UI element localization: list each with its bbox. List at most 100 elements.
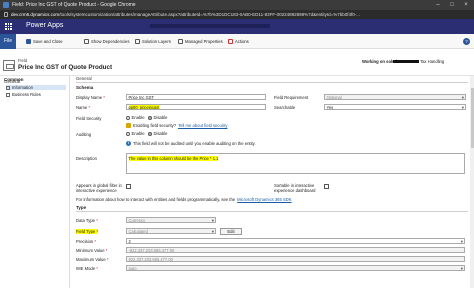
help-icon[interactable]: ? [463, 38, 470, 45]
precision-select[interactable]: 2 [126, 238, 465, 244]
page-favicon-icon [3, 2, 9, 8]
field-security-label: Field Security [76, 116, 102, 121]
searchable-select[interactable]: Yes [324, 104, 466, 110]
sdk-link[interactable]: Microsoft Dynamics 365 SDK [237, 197, 291, 202]
solution-layers-label: Solution Layers [142, 39, 171, 44]
app-name[interactable]: Power Apps [26, 22, 63, 29]
managed-properties-icon [178, 39, 183, 44]
command-bar: File Save and Close Show Dependencies So… [0, 34, 474, 49]
maximum-value-input[interactable]: 922,337,203,685,477.00 [126, 256, 465, 262]
type-heading: Type [76, 205, 87, 210]
nav-heading-common: Common [4, 77, 24, 82]
minimize-button[interactable]: – [432, 1, 444, 9]
left-navigation: General Common Information Business Rule… [0, 76, 70, 288]
save-close-button[interactable]: Save and Close [26, 38, 63, 45]
field-requirement-select[interactable]: Optional [324, 94, 466, 100]
divider [76, 82, 468, 83]
app-bar: Power Apps [0, 19, 474, 34]
redacted-solution-owner [393, 60, 419, 63]
field-type-select[interactable]: Calculated [126, 228, 216, 234]
redacted-environment [150, 24, 270, 28]
precision-label: Precision * [76, 239, 97, 244]
show-dependencies-button[interactable]: Show Dependencies [84, 38, 129, 45]
browser-title-bar: Field: Price Inc GST of Quote Product - … [0, 0, 474, 10]
actions-label: Actions [235, 39, 249, 44]
nav-item-information[interactable]: Information [6, 85, 66, 90]
close-window-button[interactable]: × [460, 1, 472, 9]
name-value: pp00_priceincgst [128, 105, 160, 110]
radio-disable-selected [148, 115, 152, 120]
auditing-info: i This field will not be audited until y… [126, 141, 256, 146]
maximum-value-label: Maximum Value * [76, 257, 109, 262]
schema-heading: Schema [76, 85, 94, 90]
layers-icon [135, 39, 140, 44]
auditing-enable-radio[interactable]: Enable [126, 131, 145, 136]
field-security-link[interactable]: Tell me about field security [178, 123, 227, 128]
field-security-info: Enabling field security? Tell me about f… [126, 123, 227, 128]
ime-mode-select[interactable]: auto [126, 265, 465, 271]
maximize-button[interactable]: □ [446, 1, 458, 9]
save-close-label: Save and Close [33, 39, 63, 44]
description-textarea[interactable]: The value in this column should be the P… [126, 153, 465, 174]
description-label: Description [76, 156, 97, 161]
edit-button[interactable]: Edit [220, 228, 242, 235]
actions-button[interactable]: Actions [228, 38, 249, 45]
managed-properties-label: Managed Properties [185, 39, 223, 44]
nav-item-business-rules[interactable]: Business Rules [6, 92, 41, 97]
save-icon [26, 39, 31, 44]
description-value: The value in this column should be the P… [128, 155, 219, 161]
display-name-input[interactable]: Price Inc GST [126, 94, 266, 100]
minimum-value-label: Minimum Value * [76, 248, 108, 253]
address-bar[interactable]: dev.crm6.dynamics.com/tools/systemcustom… [0, 10, 474, 19]
entity-label: Field [18, 58, 28, 63]
data-type-label: Data Type * [76, 218, 98, 223]
radio-disable-selected [148, 131, 152, 136]
field-security-disable-radio[interactable]: Disable [148, 115, 167, 120]
radio-enable [126, 115, 130, 120]
field-form: General Schema Display Name * Price Inc … [72, 76, 474, 288]
global-filter-label: Appears in global filter in interactive … [76, 183, 122, 193]
radio-enable [126, 131, 130, 136]
sdk-info: For information about how to interact wi… [76, 197, 292, 202]
business-rules-icon [6, 92, 10, 97]
dependencies-icon [84, 39, 89, 44]
security-info-text: Enabling field security? [133, 123, 177, 128]
ime-mode-label: IME Mode * [76, 266, 98, 271]
divider [76, 211, 468, 212]
security-lock-icon [126, 123, 131, 128]
solution-layers-button[interactable]: Solution Layers [135, 38, 171, 45]
nav-item-information-label: Information [12, 85, 33, 90]
actions-icon [228, 39, 233, 44]
auditing-disable-radio[interactable]: Disable [148, 131, 167, 136]
name-input[interactable]: pp00_priceincgst [126, 104, 266, 110]
field-type-label: Field Type * [76, 229, 99, 234]
auditing-info-text: This field will not be audited until you… [133, 141, 256, 146]
managed-properties-button[interactable]: Managed Properties [178, 38, 223, 45]
nav-item-business-rules-label: Business Rules [12, 92, 41, 97]
minimum-value-input[interactable]: -922,337,203,685,477.00 [126, 247, 465, 253]
scrollbar-thumb[interactable] [470, 88, 474, 148]
field-security-enable-radio[interactable]: Enable [126, 115, 145, 120]
data-type-select[interactable]: Currency [126, 217, 216, 223]
lock-icon [4, 12, 8, 17]
sortable-checkbox[interactable] [324, 184, 329, 189]
info-icon: i [126, 141, 131, 146]
app-launcher-icon[interactable] [5, 23, 12, 30]
display-name-label: Display Name * [76, 95, 105, 100]
name-label: Name * [76, 105, 90, 110]
auditing-label: Auditing [76, 132, 92, 137]
url-text[interactable]: dev.crm6.dynamics.com/tools/systemcustom… [11, 12, 360, 17]
vertical-scrollbar[interactable] [470, 76, 474, 288]
searchable-label: Searchable [274, 105, 296, 110]
record-header: Field Price Inc GST of Quote Product Wor… [0, 49, 474, 76]
global-filter-checkbox[interactable] [126, 184, 131, 189]
file-button[interactable]: File [0, 34, 16, 49]
url-path: /tools/systemcustomization/attributes/ma… [59, 12, 361, 17]
information-icon [6, 85, 10, 90]
window-title: Field: Price Inc GST of Quote Product - … [12, 2, 136, 8]
show-dependencies-label: Show Dependencies [91, 39, 130, 44]
page-title: Price Inc GST of Quote Product [18, 64, 113, 71]
solution-name: Tax Handling [420, 59, 445, 64]
url-host: dev.crm6.dynamics.com [11, 12, 60, 17]
general-tab-label[interactable]: General [76, 76, 92, 81]
